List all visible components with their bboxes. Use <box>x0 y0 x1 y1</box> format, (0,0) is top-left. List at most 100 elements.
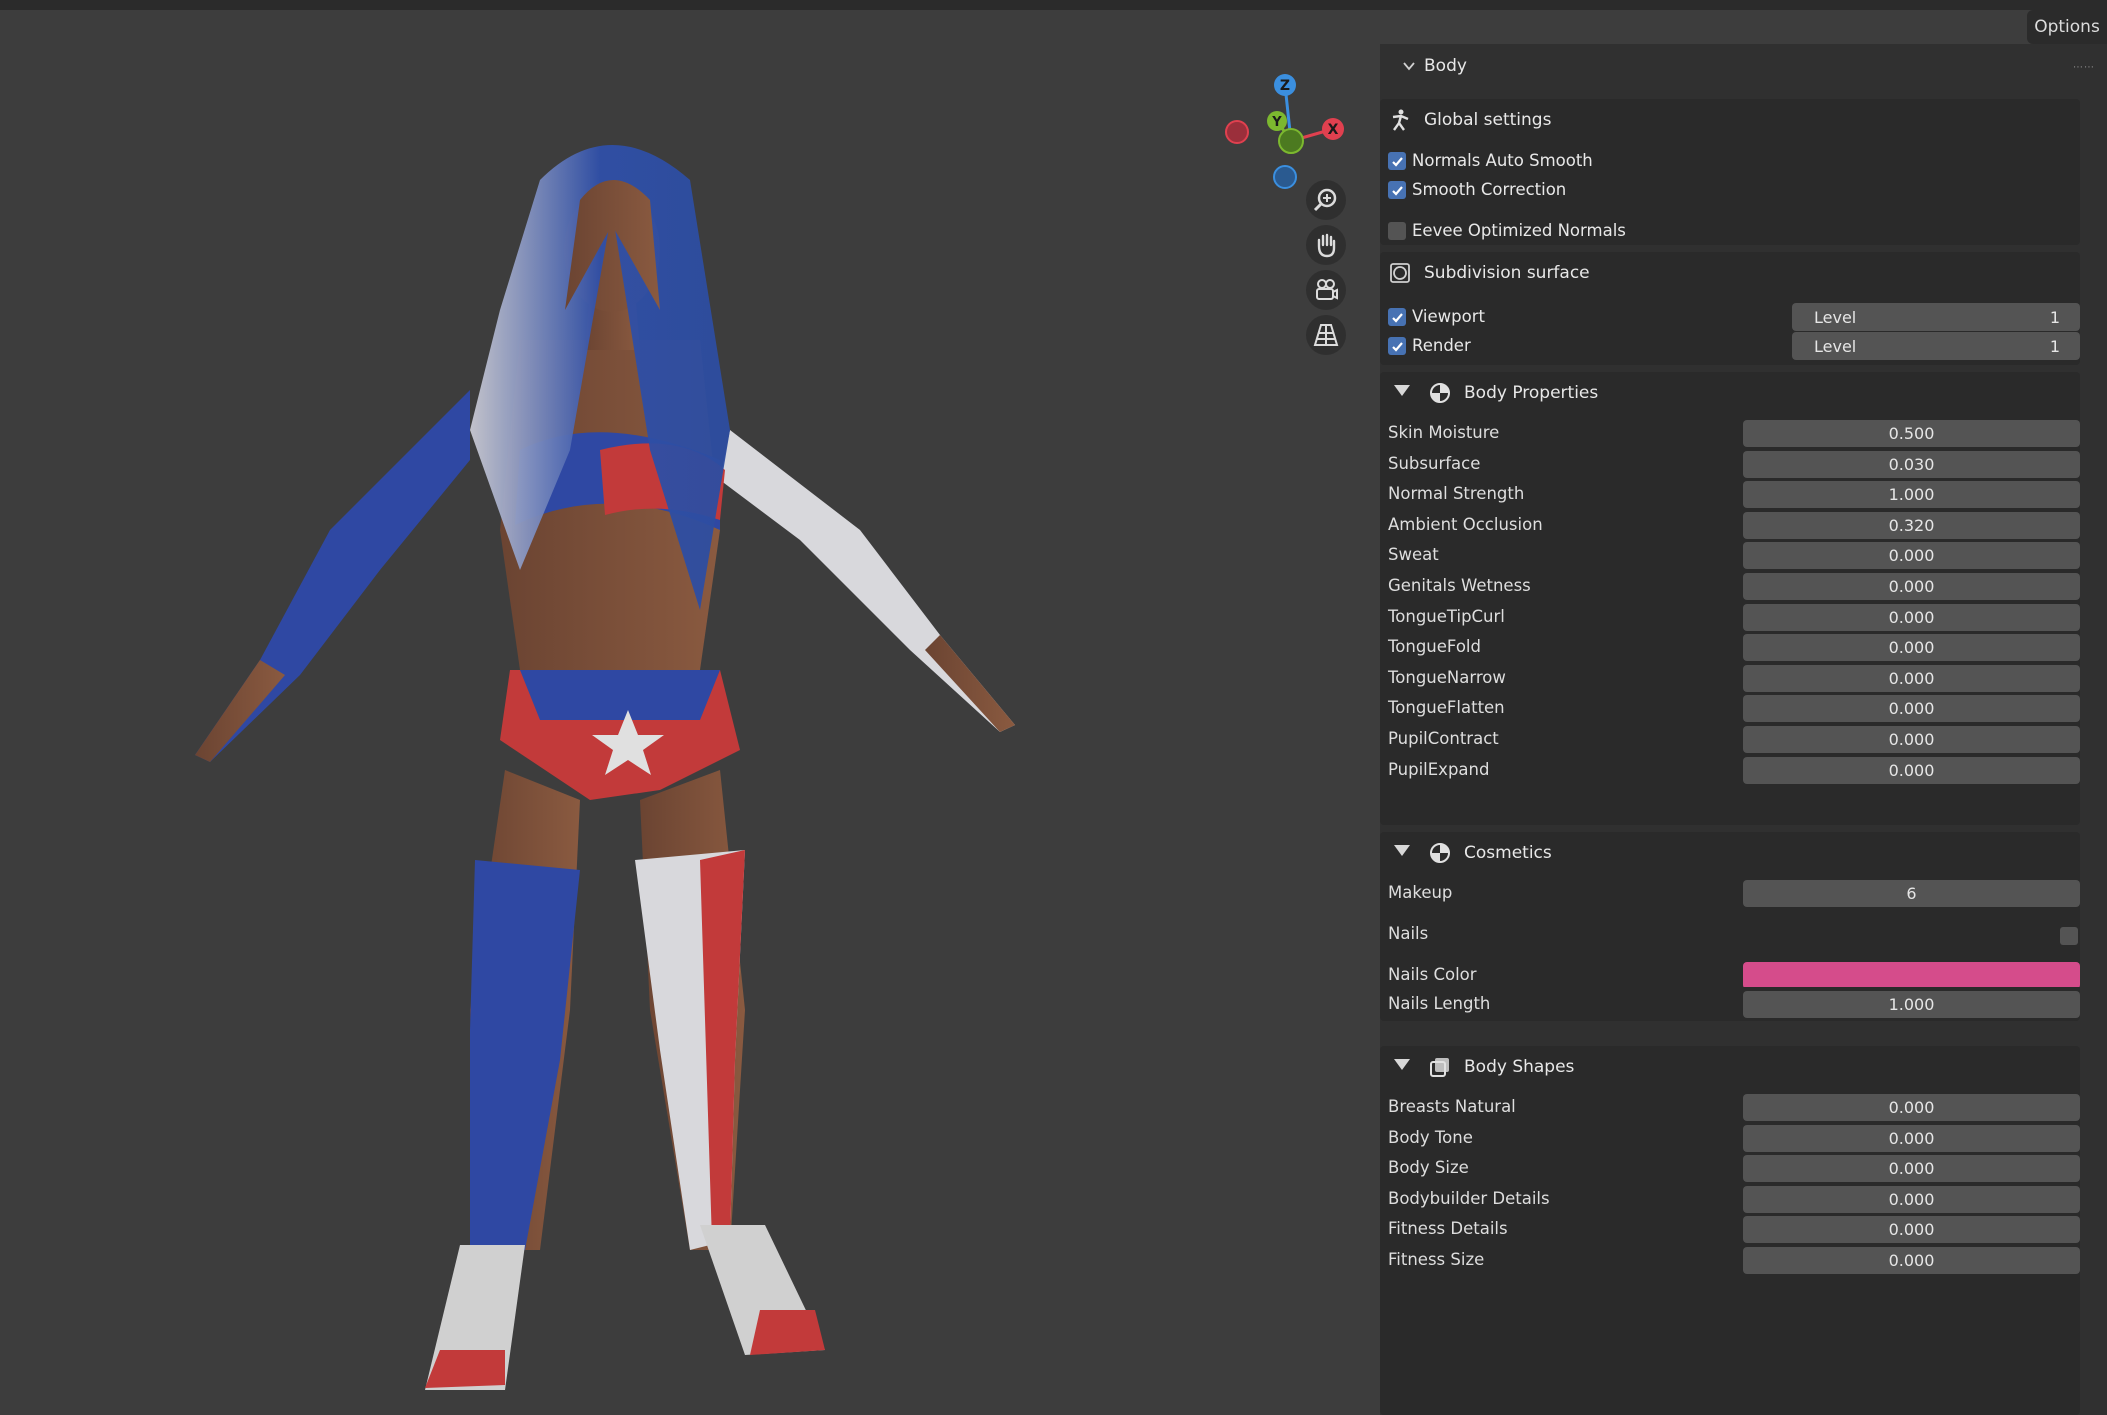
property-label: Breasts Natural <box>1388 1097 1516 1116</box>
property-row[interactable]: Breasts Natural 0.000 <box>1380 1092 2080 1122</box>
body-properties-header[interactable]: Body Properties <box>1380 372 2080 414</box>
nails-row[interactable]: Nails <box>1380 919 2080 949</box>
property-value-field[interactable]: 0.000 <box>1743 726 2080 753</box>
checkbox-label: Eevee Optimized Normals <box>1412 221 1626 240</box>
property-row[interactable]: Bodybuilder Details 0.000 <box>1380 1184 2080 1214</box>
global-settings-header: Global settings <box>1380 99 2080 141</box>
property-row[interactable]: PupilExpand 0.000 <box>1380 755 2080 785</box>
zoom-icon[interactable] <box>1306 180 1346 220</box>
collapse-triangle-icon[interactable] <box>1394 845 1410 856</box>
property-value-field[interactable]: 0.000 <box>1743 542 2080 570</box>
checkbox-label: Normals Auto Smooth <box>1412 151 1593 170</box>
camera-icon[interactable] <box>1306 270 1346 310</box>
viewport-checkbox[interactable] <box>1388 308 1406 326</box>
property-row[interactable]: TongueNarrow 0.000 <box>1380 663 2080 693</box>
property-label: Genitals Wetness <box>1388 576 1531 595</box>
property-label: Ambient Occlusion <box>1388 514 1543 534</box>
property-value-field[interactable]: 0.000 <box>1743 1247 2080 1274</box>
property-row[interactable]: Genitals Wetness 0.000 <box>1380 571 2080 601</box>
viewport-level-field[interactable]: Level 1 <box>1792 303 2080 331</box>
render-level-field[interactable]: Level 1 <box>1792 332 2080 360</box>
axis-neg-z-icon <box>1273 165 1297 189</box>
property-label: TongueNarrow <box>1388 667 1506 687</box>
nails-checkbox[interactable] <box>2060 927 2078 945</box>
property-value-field[interactable]: 0.500 <box>1743 420 2080 447</box>
property-value-field[interactable]: 0.000 <box>1743 756 2080 784</box>
property-row[interactable]: PupilContract 0.000 <box>1380 724 2080 754</box>
eevee-optimized-checkbox[interactable] <box>1388 222 1406 240</box>
property-label: TongueFold <box>1388 637 1481 657</box>
svg-text:X: X <box>1328 122 1339 138</box>
svg-text:Z: Z <box>1280 78 1290 94</box>
hand-pan-icon[interactable] <box>1306 225 1346 265</box>
property-label: TongueTipCurl <box>1388 606 1505 626</box>
options-button[interactable]: Options <box>2027 10 2107 44</box>
level-label: Level <box>1814 308 1857 327</box>
normals-auto-smooth-checkbox[interactable] <box>1388 152 1406 170</box>
collapse-triangle-icon[interactable] <box>1394 385 1410 396</box>
nails-color-row[interactable]: Nails Color <box>1380 960 2080 990</box>
property-row[interactable]: Fitness Details 0.000 <box>1380 1214 2080 1244</box>
property-row[interactable]: TongueFold 0.000 <box>1380 632 2080 662</box>
panel-header[interactable]: Body <box>1402 56 1467 76</box>
nails-length-field[interactable]: 1.000 <box>1743 991 2080 1018</box>
property-value-field[interactable]: 0.000 <box>1743 1155 2080 1183</box>
property-value-field[interactable]: 0.000 <box>1743 695 2080 723</box>
viewport-subdiv-row[interactable]: Viewport Level 1 <box>1380 302 2080 332</box>
smooth-correction-checkbox[interactable] <box>1388 181 1406 199</box>
makeup-field[interactable]: 6 <box>1743 880 2080 907</box>
property-row[interactable]: Normal Strength 1.000 <box>1380 479 2080 509</box>
shape-keys-icon <box>1430 1058 1449 1077</box>
property-value-field[interactable]: 1.000 <box>1743 481 2080 509</box>
render-checkbox[interactable] <box>1388 337 1406 355</box>
property-value-field[interactable]: 0.030 <box>1743 450 2080 478</box>
property-value-field[interactable]: 0.000 <box>1743 603 2080 631</box>
property-row[interactable]: Fitness Size 0.000 <box>1380 1245 2080 1275</box>
collapse-triangle-icon[interactable] <box>1394 1059 1410 1070</box>
section-title: Body Shapes <box>1464 1057 1575 1077</box>
body-properties-section: Body Properties Skin Moisture 0.500 Subsur… <box>1380 372 2080 825</box>
property-label: Nails Length <box>1388 994 1491 1013</box>
material-sphere-icon <box>1430 383 1450 403</box>
property-value-field[interactable]: 0.000 <box>1743 664 2080 692</box>
property-row[interactable]: Skin Moisture 0.500 <box>1380 418 2080 448</box>
cosmetics-header[interactable]: Cosmetics <box>1380 832 2080 874</box>
3d-viewport[interactable]: Z X Y <box>0 10 1380 1415</box>
svg-text:Y: Y <box>1271 115 1282 130</box>
property-value-field[interactable]: 0.000 <box>1743 1094 2080 1121</box>
property-row[interactable]: Ambient Occlusion 0.320 <box>1380 510 2080 540</box>
property-value-field[interactable]: 0.320 <box>1743 511 2080 539</box>
section-title: Cosmetics <box>1464 843 1552 863</box>
chevron-down-icon <box>1403 62 1415 71</box>
grid-perspective-icon[interactable] <box>1306 315 1346 355</box>
property-label: Sweat <box>1388 545 1439 565</box>
property-row[interactable]: Sweat 0.000 <box>1380 540 2080 570</box>
smooth-correction-row[interactable]: Smooth Correction <box>1380 175 2080 205</box>
property-value-field[interactable]: 0.000 <box>1743 1124 2080 1152</box>
property-label: Fitness Size <box>1388 1250 1485 1269</box>
normals-auto-smooth-row[interactable]: Normals Auto Smooth <box>1380 146 2080 176</box>
checkbox-label: Smooth Correction <box>1412 180 1567 199</box>
makeup-row[interactable]: Makeup 6 <box>1380 878 2080 908</box>
property-label: PupilContract <box>1388 729 1499 748</box>
property-row[interactable]: TongueFlatten 0.000 <box>1380 693 2080 723</box>
property-label: Body Tone <box>1388 1127 1473 1147</box>
body-shapes-header[interactable]: Body Shapes <box>1380 1046 2080 1088</box>
property-row[interactable]: TongueTipCurl 0.000 <box>1380 602 2080 632</box>
render-subdiv-row[interactable]: Render Level 1 <box>1380 331 2080 361</box>
property-row[interactable]: Body Size 0.000 <box>1380 1153 2080 1183</box>
cosmetics-section: Cosmetics Makeup 6 Nails Nails Color <box>1380 832 2080 992</box>
property-label: Bodybuilder Details <box>1388 1188 1550 1208</box>
property-value-field[interactable]: 0.000 <box>1743 634 2080 662</box>
drag-handle-icon[interactable]: ⋯⋯ <box>2073 62 2095 73</box>
property-row[interactable]: Body Tone 0.000 <box>1380 1123 2080 1153</box>
property-value-field[interactable]: 0.000 <box>1743 1216 2080 1244</box>
nails-color-swatch[interactable] <box>1743 962 2080 989</box>
eevee-optimized-row[interactable]: Eevee Optimized Normals <box>1380 216 2080 246</box>
property-value-field[interactable]: 0.000 <box>1743 573 2080 600</box>
property-label: PupilExpand <box>1388 759 1490 779</box>
property-value-field[interactable]: 0.000 <box>1743 1185 2080 1213</box>
nails-length-row[interactable]: Nails Length 1.000 <box>1380 987 2080 1021</box>
property-row[interactable]: Subsurface 0.030 <box>1380 449 2080 479</box>
subdivision-header: Subdivision surface <box>1380 252 2080 294</box>
